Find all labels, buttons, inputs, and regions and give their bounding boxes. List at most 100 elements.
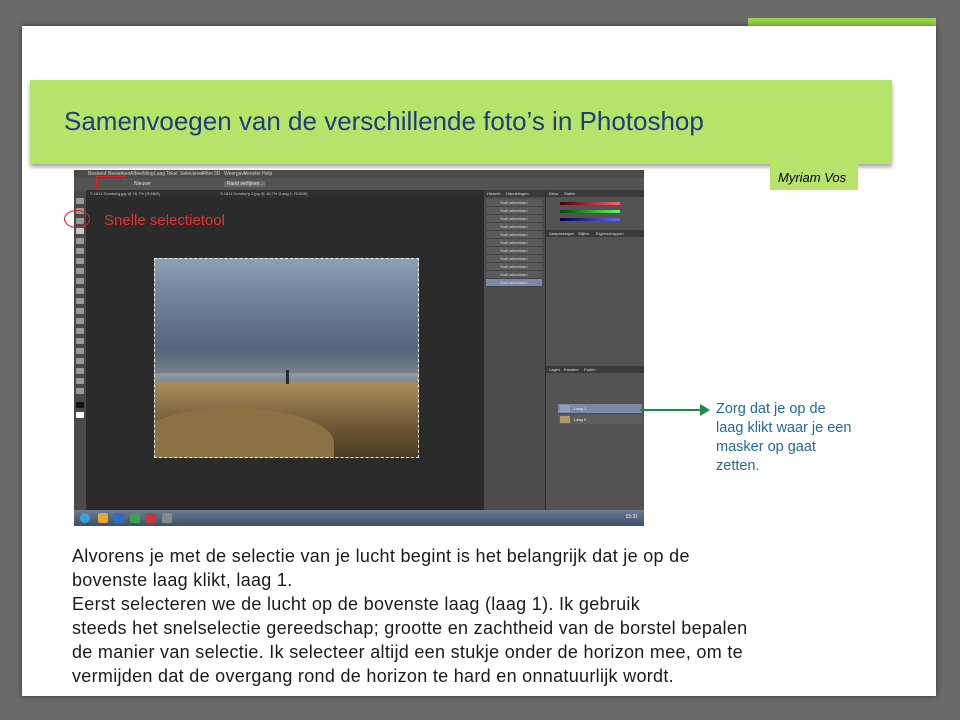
doc-tab-1[interactable]: S 1811 Domburg.jpg @ 16,7% (RGB/8) bbox=[90, 191, 160, 196]
history-item-label: Snel selecteren bbox=[500, 240, 528, 245]
hand-tool-icon[interactable] bbox=[76, 378, 84, 384]
properties-tab[interactable]: Eigenschappen bbox=[596, 231, 624, 236]
toolbox bbox=[74, 190, 86, 516]
pen-tool-icon[interactable] bbox=[76, 338, 84, 344]
menu-item-3d[interactable]: 3D bbox=[214, 171, 220, 177]
swatches-tab[interactable]: Stalen bbox=[564, 191, 575, 196]
green-slider[interactable] bbox=[560, 210, 620, 213]
stamp-tool-icon[interactable] bbox=[76, 278, 84, 284]
history-item[interactable]: Snel selecteren bbox=[486, 271, 542, 279]
layer-name: Laag 1 bbox=[574, 406, 587, 411]
history-item[interactable]: Snel selecteren bbox=[486, 263, 542, 271]
history-item-label: Snel selecteren bbox=[500, 216, 528, 221]
menu-item-select[interactable]: Selecteren bbox=[180, 171, 204, 177]
history-item[interactable]: Snel selecteren bbox=[486, 247, 542, 255]
styles-tab[interactable]: Stijlen bbox=[578, 231, 589, 236]
canvas-area[interactable] bbox=[86, 198, 484, 516]
history-item-label: Snel selecteren bbox=[500, 248, 528, 253]
explorer-icon[interactable] bbox=[98, 513, 108, 523]
arrow-line bbox=[640, 409, 704, 411]
history-item-label: Snel selecteren bbox=[500, 272, 528, 277]
body-line: bovenste laag klikt, laag 1. bbox=[72, 570, 293, 590]
paths-tab[interactable]: Paden bbox=[584, 367, 596, 372]
menu-item-type[interactable]: Tekst bbox=[166, 171, 178, 177]
option-new[interactable]: Nieuwe bbox=[134, 181, 151, 187]
foreground-color-swatch[interactable] bbox=[76, 402, 84, 408]
menu-item-filter[interactable]: Filter bbox=[202, 171, 213, 177]
history-item[interactable]: Snel selecteren bbox=[486, 231, 542, 239]
adjustments-tab[interactable]: Aanpassingen bbox=[549, 231, 574, 236]
quick-selection-label: Snelle selectietool bbox=[104, 212, 225, 229]
history-item-label: Snel selecteren bbox=[500, 224, 528, 229]
actions-tab[interactable]: Handelingen bbox=[506, 191, 528, 196]
history-item[interactable]: Snel selecteren bbox=[486, 223, 542, 231]
author-name: Myriam Vos bbox=[778, 170, 847, 185]
eraser-tool-icon[interactable] bbox=[76, 298, 84, 304]
brush-tool-icon[interactable] bbox=[76, 268, 84, 274]
history-item-label: Snel selecteren bbox=[500, 280, 528, 285]
layer-thumbnail bbox=[560, 405, 570, 412]
history-item[interactable]: Snel selecteren bbox=[486, 239, 542, 247]
body-line: vermijden dat de overgang rond de horizo… bbox=[72, 666, 674, 686]
healing-tool-icon[interactable] bbox=[76, 258, 84, 264]
menu-item-window[interactable]: Venster bbox=[244, 171, 261, 177]
arrow-head-icon bbox=[700, 404, 710, 416]
color-tab[interactable]: Kleur bbox=[549, 191, 558, 196]
options-bar: Nieuwe Rand verfijnen... bbox=[74, 178, 644, 190]
history-item-label: Snel selecteren bbox=[500, 256, 528, 261]
history-item-label: Snel selecteren bbox=[500, 200, 528, 205]
zoom-tool-icon[interactable] bbox=[76, 388, 84, 394]
eyedropper-tool-icon[interactable] bbox=[76, 248, 84, 254]
slide-title: Samenvoegen van de verschillende foto’s … bbox=[64, 106, 704, 136]
history-item-active[interactable]: Snel selecteren bbox=[486, 279, 542, 287]
history-panel: Historie Handelingen Snel selecteren Sne… bbox=[484, 190, 546, 516]
menu-item-image[interactable]: Afbeelding bbox=[130, 171, 154, 177]
app-icon[interactable] bbox=[130, 513, 140, 523]
blue-slider[interactable] bbox=[560, 218, 620, 221]
app-icon[interactable] bbox=[162, 513, 172, 523]
layers-tab[interactable]: Lagen bbox=[549, 367, 560, 372]
refine-edge-button[interactable]: Rand verfijnen... bbox=[224, 181, 267, 187]
menu-bar: Bestand Bewerken Afbeelding Laag Tekst S… bbox=[74, 170, 644, 178]
move-tool-icon[interactable] bbox=[76, 198, 84, 204]
app-icon[interactable] bbox=[146, 513, 156, 523]
history-item[interactable]: Snel selecteren bbox=[486, 255, 542, 263]
tool-highlight-box bbox=[96, 176, 126, 190]
blur-tool-icon[interactable] bbox=[76, 318, 84, 324]
selection-marquee bbox=[154, 258, 419, 458]
layer-row-active[interactable]: Laag 1 bbox=[558, 404, 642, 413]
doc-tab-2[interactable]: S 1811 Domburg 2.jpg @ 16,7% (Laag 1, RG… bbox=[220, 191, 308, 196]
start-button-icon[interactable] bbox=[80, 513, 90, 523]
history-item[interactable]: Snel selecteren bbox=[486, 215, 542, 223]
crop-tool-icon[interactable] bbox=[76, 238, 84, 244]
quick-selection-tool-icon[interactable] bbox=[76, 228, 84, 234]
note-line: zetten. bbox=[716, 458, 760, 474]
history-panel-header: Historie Handelingen bbox=[484, 190, 545, 197]
history-item-label: Snel selecteren bbox=[500, 264, 528, 269]
path-selection-tool-icon[interactable] bbox=[76, 358, 84, 364]
menu-item-layer[interactable]: Laag bbox=[154, 171, 165, 177]
tool-highlight-ellipse bbox=[64, 210, 90, 228]
history-tab[interactable]: Historie bbox=[487, 191, 501, 196]
red-slider[interactable] bbox=[560, 202, 620, 205]
type-tool-icon[interactable] bbox=[76, 348, 84, 354]
layer-name: Laag 0 bbox=[574, 417, 587, 422]
history-item[interactable]: Snel selecteren bbox=[486, 207, 542, 215]
menu-item-help[interactable]: Help bbox=[262, 171, 272, 177]
history-item-label: Snel selecteren bbox=[500, 232, 528, 237]
history-brush-tool-icon[interactable] bbox=[76, 288, 84, 294]
history-item[interactable]: Snel selecteren bbox=[486, 199, 542, 207]
note-line: laag klikt waar je een bbox=[716, 420, 852, 436]
dodge-tool-icon[interactable] bbox=[76, 328, 84, 334]
photoshop-icon[interactable] bbox=[114, 513, 124, 523]
title-band: Samenvoegen van de verschillende foto’s … bbox=[30, 80, 892, 164]
background-color-swatch[interactable] bbox=[76, 412, 84, 418]
gradient-tool-icon[interactable] bbox=[76, 308, 84, 314]
layer-row[interactable]: Laag 0 bbox=[558, 415, 642, 424]
shape-tool-icon[interactable] bbox=[76, 368, 84, 374]
windows-taskbar: 15:31 bbox=[74, 510, 644, 526]
adjustments-panel-header: Aanpassingen Stijlen Eigenschappen bbox=[546, 230, 644, 237]
right-panels: Kleur Stalen Aanpassingen Stijlen Eigens… bbox=[546, 190, 644, 516]
body-line: steeds het snelselectie gereedschap; gro… bbox=[72, 618, 748, 638]
channels-tab[interactable]: Kanalen bbox=[564, 367, 579, 372]
